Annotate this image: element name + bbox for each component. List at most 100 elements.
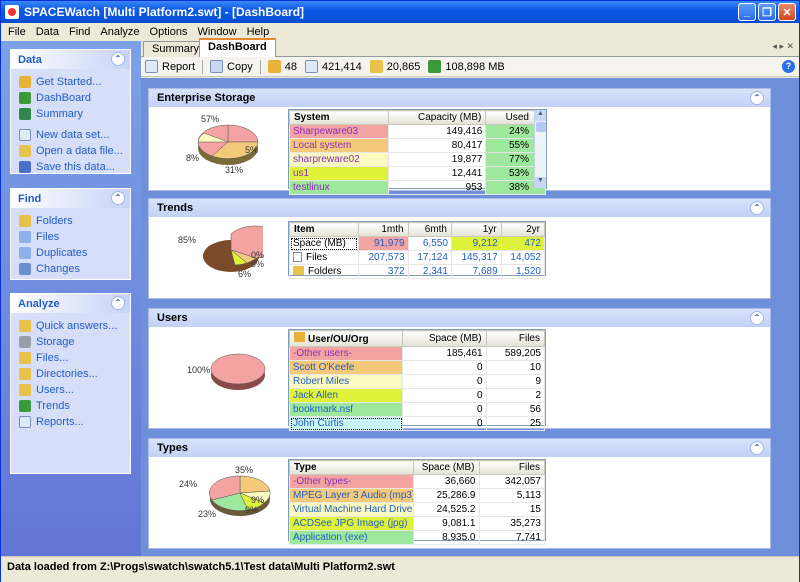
sidebar-item-changes[interactable]: Changes — [11, 261, 130, 277]
table-row[interactable]: Space (MB) 91,979 6,550 9,212 472 — [289, 236, 546, 251]
collapse-icon[interactable]: ⌃ — [111, 296, 125, 310]
menu-options[interactable]: Options — [145, 26, 193, 38]
collapse-icon[interactable]: ⌃ — [750, 91, 764, 105]
save-icon — [19, 161, 31, 173]
sidebar-item-directories[interactable]: Directories... — [11, 366, 130, 382]
table-row[interactable]: bookmark.nsf 0 56 — [288, 402, 546, 417]
analyze-panel: Analyze ⌃ Quick answers... Storage Files.… — [10, 293, 131, 474]
col-header[interactable]: System — [288, 110, 390, 125]
table-row[interactable]: MPEG Layer 3 Audio (mp3) 25,286.9 5,113 — [289, 488, 545, 503]
sidebar-item-trends[interactable]: Trends — [11, 398, 130, 414]
types-title: Types — [157, 442, 188, 454]
table-row[interactable]: Jack Allen 0 2 — [288, 388, 546, 403]
tab-nav-icons[interactable]: ◂ ▸ ✕ — [772, 41, 794, 52]
sidebar-item-open-data-file[interactable]: Open a data file... — [11, 143, 130, 159]
sidebar-item-reports[interactable]: Reports... — [11, 414, 130, 430]
table-scrollbar[interactable]: ▲ ▼ — [534, 110, 546, 188]
sidebar: Data ⌃ Get Started... DashBoard Summary N… — [1, 41, 141, 556]
table-row[interactable]: John Curtis 0 25 — [288, 416, 546, 431]
col-header[interactable]: Files — [485, 330, 546, 347]
table-row[interactable]: -Other users- 185,461 589,205 — [288, 346, 546, 361]
sidebar-item-users[interactable]: Users... — [11, 382, 130, 398]
report-button[interactable]: Report — [141, 58, 199, 76]
sidebar-item-save-data[interactable]: Save this data... — [11, 159, 130, 175]
table-row[interactable]: testlinux 953 38% — [288, 180, 546, 195]
col-header[interactable]: Files — [478, 460, 545, 475]
close-button[interactable]: ✕ — [778, 3, 796, 21]
col-header[interactable]: User/OU/Org — [308, 334, 369, 345]
sidebar-item-quick-answers[interactable]: Quick answers... — [11, 318, 130, 334]
app-icon — [5, 5, 19, 19]
table-row[interactable]: Local system 80,417 55% — [288, 138, 546, 153]
sidebar-item-dashboard[interactable]: DashBoard — [11, 90, 130, 106]
menu-data[interactable]: Data — [31, 26, 64, 38]
pie-label: 24% — [179, 479, 198, 489]
new-file-icon — [19, 129, 31, 141]
table-row[interactable]: Folders 372 2,341 7,689 1,520 — [289, 264, 546, 279]
status-bar: Data loaded from Z:\Progs\swatch\swatch5… — [1, 556, 799, 582]
data-panel: Data ⌃ Get Started... DashBoard Summary N… — [10, 49, 131, 174]
menu-find[interactable]: Find — [64, 26, 95, 38]
table-row[interactable]: Robert Miles 0 9 — [288, 374, 546, 389]
table-row[interactable]: Scott O'Keefe 0 10 — [288, 360, 546, 375]
collapse-icon[interactable]: ⌃ — [750, 441, 764, 455]
table-row[interactable]: Application (exe) 8,935.0 7,741 — [289, 530, 545, 545]
file-icon — [293, 252, 302, 262]
sidebar-item-folders[interactable]: Folders — [11, 213, 130, 229]
col-header[interactable]: 1yr — [450, 222, 502, 237]
sidebar-item-files-analyze[interactable]: Files... — [11, 350, 130, 366]
help-icon[interactable]: ? — [782, 60, 795, 73]
table-row[interactable]: ACDSee JPG Image (jpg) 9,081.1 35,273 — [289, 516, 545, 531]
types-table[interactable]: Type Space (MB) Files -Other types- 36,660 3… — [288, 459, 546, 545]
users-title: Users — [157, 312, 188, 324]
col-header[interactable]: Item — [289, 222, 359, 237]
table-row[interactable]: -Other types- 36,660 342,057 — [289, 474, 545, 489]
collapse-icon[interactable]: ⌃ — [111, 191, 125, 205]
trends-table[interactable]: Item 1mth 6mth 1yr 2yr Space (MB) 91,979 6,550… — [288, 221, 546, 279]
col-header[interactable]: 2yr — [500, 222, 546, 237]
storage-table[interactable]: System Capacity (MB) Used Sharpeware03 149,… — [288, 109, 547, 195]
menu-analyze[interactable]: Analyze — [95, 26, 144, 38]
table-row[interactable]: us1 12,441 53% — [288, 166, 546, 181]
pie-label: 8% — [186, 153, 200, 163]
storage-icon — [19, 336, 31, 348]
col-header[interactable]: Space (MB) — [413, 460, 480, 475]
col-header[interactable]: Space (MB) — [402, 330, 487, 347]
collapse-icon[interactable]: ⌃ — [750, 311, 764, 325]
col-header[interactable]: Type — [289, 460, 414, 475]
sidebar-item-get-started[interactable]: Get Started... — [11, 74, 130, 90]
table-row[interactable]: Virtual Machine Hard Drive Im...24,525.2… — [289, 502, 545, 517]
tab-dashboard[interactable]: DashBoard — [199, 38, 276, 58]
sidebar-item-files[interactable]: Files — [11, 229, 130, 245]
summary-icon — [19, 108, 31, 120]
col-header[interactable]: 1mth — [357, 222, 409, 237]
collapse-icon[interactable]: ⌃ — [111, 52, 125, 66]
menu-window[interactable]: Window — [192, 26, 241, 38]
users-table[interactable]: User/OU/Org Space (MB) Files -Other users-… — [288, 329, 546, 431]
minimize-button[interactable]: _ — [738, 3, 756, 21]
sidebar-item-new-data-set[interactable]: New data set... — [11, 127, 130, 143]
types-card: Types ⌃ 35% 24% 9% 23% 9% Type Space (MB) F… — [148, 438, 771, 549]
copy-button[interactable]: Copy — [206, 58, 257, 76]
restore-button[interactable]: ❐ — [758, 3, 776, 21]
pie-label: 35% — [235, 465, 254, 475]
table-row[interactable]: Files 207,573 17,124 145,317 14,052 — [289, 250, 546, 265]
sidebar-item-duplicates[interactable]: Duplicates — [11, 245, 130, 261]
status-text: Data loaded from Z:\Progs\swatch\swatch5… — [7, 561, 395, 573]
menu-help[interactable]: Help — [242, 26, 275, 38]
col-header[interactable]: 6mth — [407, 222, 452, 237]
data-panel-title: Data — [18, 53, 42, 66]
col-header[interactable]: Capacity (MB) — [388, 110, 487, 125]
file-search-icon — [19, 231, 31, 243]
dashboard: Enterprise Storage ⌃ 57% 5% 8% 31% System… — [141, 78, 799, 556]
collapse-icon[interactable]: ⌃ — [750, 201, 764, 215]
users-card: Users ⌃ 100% User/OU/Org Space (MB) Files -… — [148, 308, 771, 431]
menu-file[interactable]: File — [3, 26, 31, 38]
table-row[interactable]: sharpreware02 19,877 77% — [288, 152, 546, 167]
sidebar-item-storage[interactable]: Storage — [11, 334, 130, 350]
copy-icon — [210, 60, 224, 73]
table-row[interactable]: Sharpeware03 149,416 24% — [288, 124, 546, 139]
sidebar-item-summary[interactable]: Summary — [11, 106, 130, 122]
toolbar: Report Copy 48 421,414 20,865 108,898 MB… — [141, 57, 799, 77]
duplicates-icon — [19, 247, 31, 259]
